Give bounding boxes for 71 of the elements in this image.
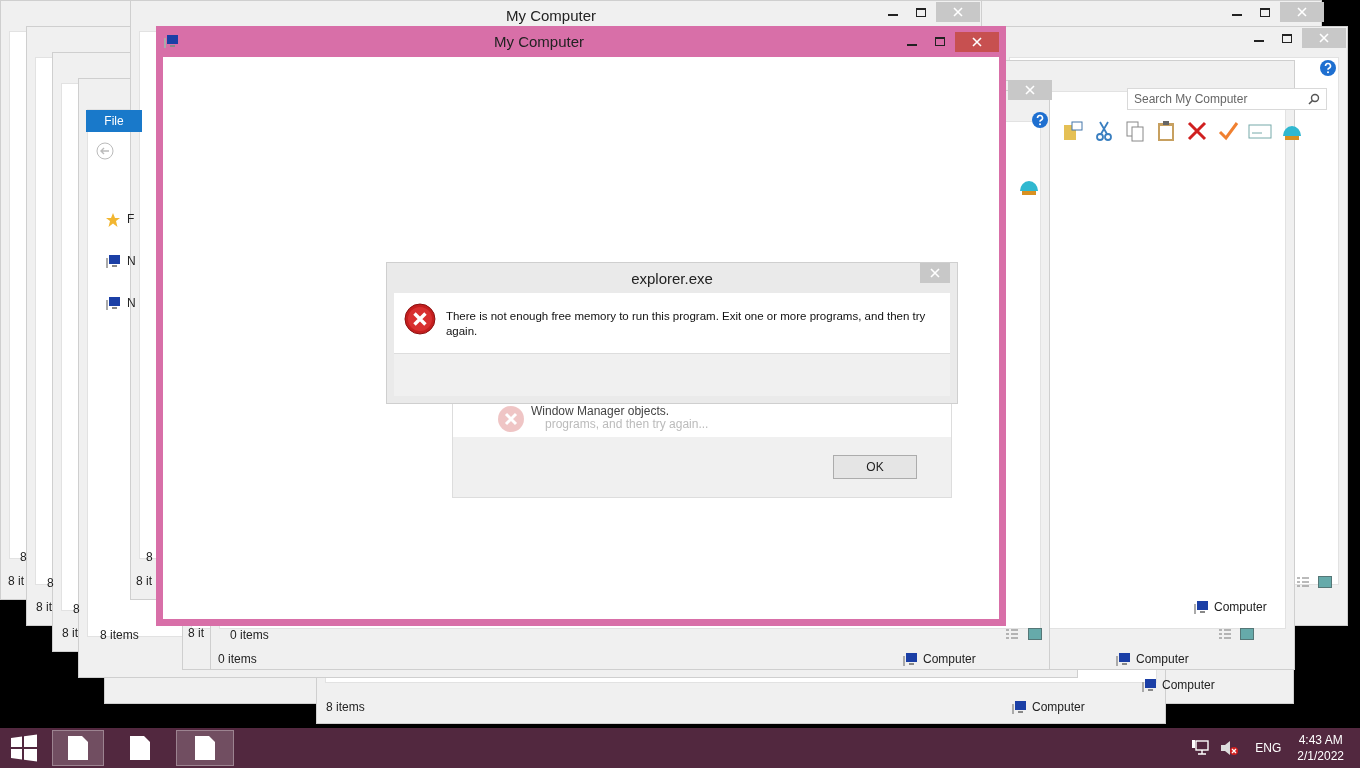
computer-icon	[163, 34, 179, 49]
clipboard-icon[interactable]	[1155, 120, 1177, 142]
nav-label[interactable]: N	[127, 296, 136, 310]
computer-icon	[902, 652, 918, 667]
window-title: My Computer	[506, 7, 597, 24]
status-text: 8 items	[326, 700, 365, 714]
language-indicator[interactable]: ENG	[1255, 741, 1282, 755]
error-icon	[404, 303, 436, 335]
file-tab[interactable]: File	[86, 110, 142, 132]
location-text: Computer	[923, 652, 976, 666]
scissors-icon[interactable]	[1093, 120, 1115, 142]
copy-icon[interactable]	[1124, 120, 1146, 142]
clock-date[interactable]: 2/1/2022	[1297, 748, 1344, 764]
message-text: programs, and then try again...	[544, 418, 709, 431]
status-text: 8 it	[136, 574, 152, 588]
close-icon	[1297, 7, 1307, 17]
nav-label[interactable]: F	[127, 212, 135, 226]
computer-icon	[105, 254, 121, 270]
item-count: 8	[47, 576, 54, 590]
thumbnail-view-icon[interactable]	[1028, 628, 1042, 640]
search-field[interactable]: Search My Computer	[1127, 88, 1327, 110]
location-text: Computer	[1162, 678, 1215, 692]
help-icon[interactable]	[1320, 60, 1336, 76]
computer-icon	[1193, 600, 1209, 615]
help-icon[interactable]	[1032, 112, 1048, 128]
computer-icon	[1141, 678, 1157, 693]
close-icon	[972, 36, 982, 47]
star-icon	[105, 212, 121, 228]
message-text: Window Manager objects.	[531, 405, 671, 418]
folder-icon[interactable]	[1062, 120, 1084, 142]
dialog-title: explorer.exe	[630, 269, 714, 287]
status-text: 8 it	[62, 626, 78, 640]
muted-speaker-icon[interactable]	[1219, 739, 1240, 757]
status-text: 0 items	[218, 652, 257, 666]
thumbnail-view-icon[interactable]	[1240, 628, 1254, 640]
close-button[interactable]	[955, 31, 999, 52]
network-icon[interactable]	[1191, 739, 1210, 757]
nav-label[interactable]: N	[127, 254, 136, 268]
close-icon	[1025, 85, 1035, 95]
taskbar-button[interactable]	[52, 730, 104, 766]
window-title: My Computer	[493, 33, 585, 50]
checkmark-icon[interactable]	[1217, 120, 1239, 142]
item-count: 8	[73, 602, 80, 616]
clock-time[interactable]: 4:43 AM	[1298, 732, 1343, 748]
close-icon	[953, 7, 963, 17]
item-count: 8	[20, 550, 27, 564]
status-text: 8 it	[188, 626, 204, 640]
error-message: There is not enough free memory to run this program. Exit one or more programs, and then try again.	[445, 309, 927, 339]
status-text: 8 items	[100, 628, 139, 642]
status-text: 0 items	[230, 628, 269, 642]
computer-icon	[1011, 700, 1027, 715]
delete-icon[interactable]	[1186, 120, 1208, 142]
location-text: Computer	[1032, 700, 1085, 714]
location-text: Computer	[1214, 600, 1267, 614]
thumbnail-view-icon[interactable]	[1318, 576, 1332, 588]
document-icon	[194, 735, 216, 761]
close-icon	[930, 268, 940, 278]
ok-button[interactable]: OK	[833, 455, 917, 479]
status-text: 8 it	[36, 600, 52, 614]
status-text: 8 it	[8, 574, 24, 588]
search-icon	[1308, 93, 1320, 105]
item-count: 8	[146, 550, 153, 564]
computer-icon	[1115, 652, 1131, 667]
error-icon	[497, 405, 525, 433]
document-icon	[129, 735, 151, 761]
start-button[interactable]	[10, 734, 38, 762]
taskbar-button[interactable]	[176, 730, 234, 766]
computer-icon	[105, 296, 121, 312]
document-icon	[67, 735, 89, 761]
location-text: Computer	[1136, 652, 1189, 666]
close-icon	[1319, 33, 1329, 43]
